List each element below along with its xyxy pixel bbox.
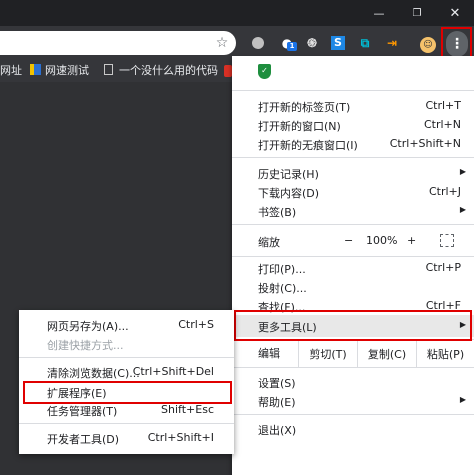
shield-icon[interactable]: ✓ [258, 64, 271, 79]
menu-divider [232, 90, 474, 91]
minimize-button[interactable]: — [360, 0, 398, 26]
fullscreen-icon[interactable] [440, 234, 454, 247]
submenu-item-clear-data[interactable]: 清除浏览数据(C)... Ctrl+Shift+Del [19, 362, 234, 382]
restore-icon: ❐ [412, 7, 422, 19]
highlight-more-tools [234, 310, 472, 341]
chevron-right-icon: ▶ [459, 205, 466, 214]
extension-badge: 1 [287, 42, 297, 51]
close-icon: ✕ [449, 5, 461, 21]
extension-arrow-icon[interactable]: ⇥ [383, 35, 401, 51]
menu-item-bookmarks[interactable]: 书签(B) ▶ [232, 201, 474, 221]
menu-divider [232, 157, 474, 158]
menu-item-zoom: 缩放 − 100% + [232, 224, 474, 257]
menu-item-new-window[interactable]: 打开新的窗口(N) Ctrl+N [232, 115, 474, 135]
extension-grid-icon[interactable]: ֍ [303, 35, 321, 51]
menu-item-cast[interactable]: 投射(C)... [232, 277, 474, 297]
browser-toolbar: ☆ ●1 ֍ S ⧉ ⇥ ☺ ⋮ [0, 26, 474, 60]
chevron-right-icon: ▶ [459, 167, 466, 176]
menu-item-downloads[interactable]: 下载内容(D) Ctrl+J [232, 182, 474, 202]
copy-button[interactable]: 复制(C) [357, 341, 416, 367]
menu-divider [232, 256, 474, 257]
submenu-item-dev-tools[interactable]: 开发者工具(D) Ctrl+Shift+I [19, 428, 234, 448]
bookmark-item[interactable]: 网速测试 [30, 63, 89, 79]
zoom-level: 100% [366, 234, 398, 247]
bookmark-star-icon[interactable]: ☆ [213, 34, 231, 52]
chevron-right-icon: ▶ [459, 395, 466, 404]
menu-item-settings[interactable]: 设置(S) [232, 372, 474, 392]
extension-window-icon[interactable]: ⧉ [356, 35, 374, 51]
menu-item-help[interactable]: 帮助(E) ▶ [232, 391, 474, 411]
title-bar: — ❐ ✕ [0, 0, 474, 26]
bookmark-item[interactable]: 网址 [0, 63, 22, 79]
cut-button[interactable]: 剪切(T) [298, 341, 357, 367]
chrome-main-menu: ✓ 打开新的标签页(T) Ctrl+T 打开新的窗口(N) Ctrl+N 打开新… [232, 56, 474, 475]
extension-user-icon[interactable]: ●1 [278, 35, 297, 51]
menu-item-incognito[interactable]: 打开新的无痕窗口(I) Ctrl+Shift+N [232, 134, 474, 154]
extension-s-icon[interactable]: S [331, 36, 345, 50]
menu-divider [232, 414, 474, 415]
menu-item-new-tab[interactable]: 打开新的标签页(T) Ctrl+T [232, 96, 474, 116]
menu-divider [232, 367, 474, 368]
submenu-item-save-page[interactable]: 网页另存为(A)... Ctrl+S [19, 315, 234, 335]
paste-button[interactable]: 粘贴(P) [416, 341, 474, 367]
bookmark-favicon-icon [30, 64, 41, 75]
close-window-button[interactable]: ✕ [436, 0, 474, 26]
highlight-extensions [23, 381, 232, 404]
maximize-button[interactable]: ❐ [398, 0, 436, 26]
zoom-in-button[interactable]: + [407, 234, 416, 247]
menu-item-exit[interactable]: 退出(X) [232, 419, 474, 439]
menu-divider [19, 423, 234, 424]
menu-item-print[interactable]: 打印(P)... Ctrl+P [232, 258, 474, 278]
page-icon [104, 64, 113, 75]
bookmark-item[interactable]: 一个没什么用的代码 [104, 63, 218, 79]
menu-item-history[interactable]: 历史记录(H) ▶ [232, 163, 474, 183]
address-bar[interactable]: ☆ [0, 31, 236, 55]
minimize-icon: — [373, 6, 385, 20]
menu-divider [19, 357, 234, 358]
profile-avatar[interactable]: ☺ [419, 35, 437, 53]
submenu-item-create-shortcut: 创建快捷方式... [47, 339, 124, 352]
zoom-out-button[interactable]: − [344, 234, 353, 247]
extension-circle-icon[interactable] [249, 35, 267, 51]
bookmark-favicon-icon[interactable] [224, 65, 232, 77]
menu-item-edit: 编辑 剪切(T) 复制(C) 粘贴(P) [232, 341, 474, 367]
